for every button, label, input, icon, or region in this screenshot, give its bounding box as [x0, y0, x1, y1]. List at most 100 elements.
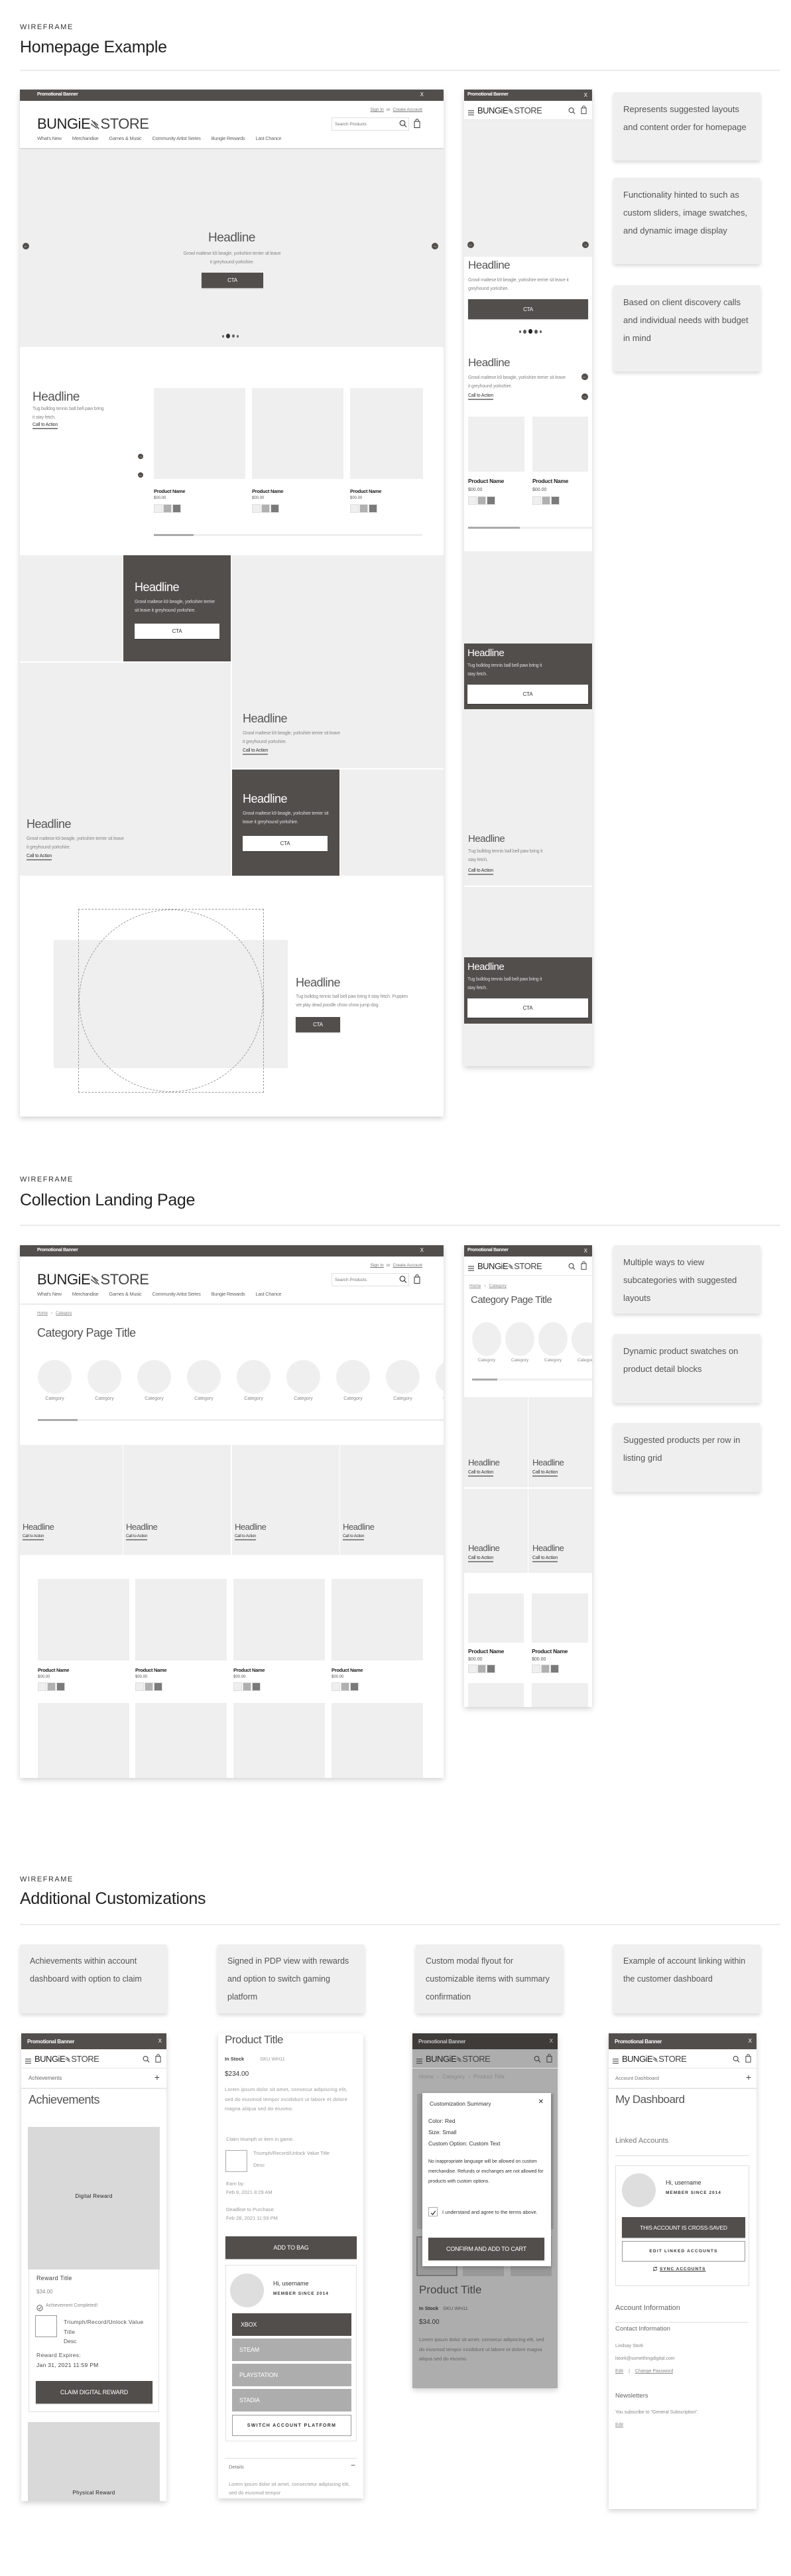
- product-name[interactable]: Product Name: [350, 488, 382, 494]
- swatch-dark[interactable]: [154, 1682, 162, 1691]
- horizontal-scrollbar[interactable]: [472, 1379, 592, 1381]
- breadcrumb-link[interactable]: Category: [56, 1312, 72, 1316]
- swatch-dark[interactable]: [172, 504, 181, 513]
- search-icon[interactable]: [733, 2055, 740, 2063]
- swatch-mid[interactable]: [243, 1682, 251, 1691]
- product-image[interactable]: [233, 1579, 325, 1661]
- sync-accounts-link[interactable]: SYNC ACCOUNTS: [652, 2266, 705, 2271]
- tile-cta-button[interactable]: CTA: [467, 685, 588, 704]
- subcategory-tile[interactable]: Headline Call to Action: [123, 1445, 231, 1555]
- product-image[interactable]: [532, 1593, 588, 1643]
- store-logo[interactable]: BUNGiE STORE: [34, 2055, 99, 2063]
- subcategory-tile[interactable]: Headline Call to Action: [232, 1445, 339, 1555]
- category-label[interactable]: Category: [233, 1396, 274, 1401]
- product-image[interactable]: [252, 388, 343, 479]
- swatch-light[interactable]: [135, 1682, 144, 1691]
- store-logo[interactable]: BUNGiE STORE: [477, 106, 542, 115]
- slider-prev-arrow[interactable]: ←: [467, 241, 474, 248]
- breadcrumb-link[interactable]: Product Title: [473, 2074, 505, 2080]
- product-image[interactable]: [468, 1683, 524, 1707]
- nav-item[interactable]: Games & Music: [109, 1291, 141, 1297]
- close-banner-button[interactable]: X: [420, 92, 424, 98]
- swatch-dark[interactable]: [550, 1664, 559, 1673]
- swatch-light[interactable]: [233, 1682, 242, 1691]
- product-name[interactable]: Product Name: [233, 1667, 265, 1673]
- tile-cta-button[interactable]: CTA: [243, 836, 328, 851]
- modal-close-button[interactable]: ✕: [538, 2098, 544, 2106]
- subcategory-tile[interactable]: Headline Call to Action: [340, 1445, 444, 1555]
- product-image[interactable]: [38, 1703, 129, 1778]
- expand-plus-icon[interactable]: +: [154, 2072, 160, 2082]
- tile-link[interactable]: Call to Action: [343, 1534, 364, 1540]
- sign-in-link[interactable]: Sign In: [371, 1263, 384, 1268]
- carousel-next-arrow[interactable]: →: [581, 393, 588, 400]
- product-name[interactable]: Product Name: [154, 488, 186, 494]
- nav-item[interactable]: What's New: [37, 1291, 62, 1297]
- subcategory-tile[interactable]: Headline Call to Action: [528, 1397, 592, 1487]
- nav-item[interactable]: Last Chance: [255, 1291, 281, 1297]
- category-circle[interactable]: [386, 1360, 420, 1394]
- category-circle[interactable]: [336, 1360, 370, 1394]
- search-input[interactable]: [332, 117, 409, 131]
- slider-prev-arrow[interactable]: ←: [23, 243, 29, 249]
- category-circle[interactable]: [436, 1360, 444, 1394]
- product-name[interactable]: Product Name: [532, 1648, 568, 1655]
- product-name[interactable]: Product Name: [332, 1667, 363, 1673]
- swatch-light[interactable]: [252, 504, 261, 513]
- swatch-mid[interactable]: [477, 496, 486, 505]
- swatch-dark[interactable]: [56, 1682, 65, 1691]
- agree-checkbox[interactable]: [428, 2207, 438, 2216]
- hamburger-menu-icon[interactable]: [25, 2056, 31, 2064]
- change-password-link[interactable]: Change Password: [635, 2369, 673, 2374]
- swatch-mid[interactable]: [145, 1682, 153, 1691]
- product-image[interactable]: [38, 1579, 129, 1661]
- tile-cta-button[interactable]: CTA: [467, 998, 588, 1018]
- swatch-mid[interactable]: [261, 504, 270, 513]
- scrollbar-thumb[interactable]: [468, 527, 520, 529]
- store-logo[interactable]: BUNGiE STORE: [37, 1272, 149, 1287]
- breadcrumb-link[interactable]: Home: [469, 1284, 481, 1288]
- slider-dot[interactable]: [237, 334, 239, 338]
- platform-option-xbox[interactable]: XBOX: [232, 2313, 351, 2336]
- slider-dot[interactable]: [232, 334, 235, 338]
- category-label[interactable]: Category: [283, 1396, 324, 1401]
- search-icon[interactable]: [399, 1275, 407, 1284]
- nav-item[interactable]: Bungie Rewards: [212, 135, 245, 141]
- close-banner-button[interactable]: X: [550, 2038, 553, 2044]
- featured-link[interactable]: Call to Action: [32, 423, 58, 429]
- category-label[interactable]: Category: [432, 1396, 444, 1401]
- product-name[interactable]: Product Name: [38, 1667, 70, 1673]
- tile-link[interactable]: Call to Action: [126, 1534, 147, 1540]
- tile-link[interactable]: Call to Action: [532, 1470, 558, 1477]
- swatch-mid[interactable]: [477, 1664, 486, 1673]
- horizontal-scrollbar[interactable]: [468, 527, 592, 529]
- category-label[interactable]: Category: [536, 1358, 570, 1363]
- product-image[interactable]: [135, 1579, 227, 1661]
- tile-cta-button[interactable]: CTA: [135, 624, 219, 639]
- platform-option-playstation[interactable]: PLAYSTATION: [232, 2364, 351, 2386]
- category-circle[interactable]: [38, 1360, 72, 1394]
- close-banner-button[interactable]: X: [158, 2038, 162, 2044]
- category-circle[interactable]: [187, 1360, 221, 1394]
- swatch-light[interactable]: [532, 496, 541, 505]
- tile-link[interactable]: Call to Action: [532, 1556, 558, 1562]
- close-banner-button[interactable]: X: [584, 92, 587, 98]
- close-banner-button[interactable]: X: [420, 1247, 424, 1253]
- category-label[interactable]: Category: [570, 1358, 592, 1363]
- slider-dot[interactable]: [226, 334, 230, 338]
- slider-dot[interactable]: [528, 329, 532, 334]
- hamburger-menu-icon[interactable]: [613, 2056, 619, 2064]
- agree-label[interactable]: I understand and agree to the terms abov…: [442, 2208, 542, 2216]
- category-circle[interactable]: [137, 1360, 171, 1394]
- nav-item[interactable]: Games & Music: [109, 135, 141, 141]
- horizontal-scrollbar[interactable]: [154, 534, 422, 536]
- nav-item[interactable]: Community Artist Series: [152, 135, 200, 141]
- category-circle[interactable]: [88, 1360, 121, 1394]
- create-account-link[interactable]: Create Account: [393, 1263, 422, 1268]
- bag-icon[interactable]: [745, 2053, 751, 2063]
- subcategory-tile[interactable]: Headline Call to Action: [528, 1489, 592, 1573]
- tile-link[interactable]: Call to Action: [235, 1534, 256, 1540]
- scrollbar-thumb[interactable]: [154, 534, 194, 536]
- swatch-mid[interactable]: [542, 496, 550, 505]
- swatch-dark[interactable]: [551, 496, 560, 505]
